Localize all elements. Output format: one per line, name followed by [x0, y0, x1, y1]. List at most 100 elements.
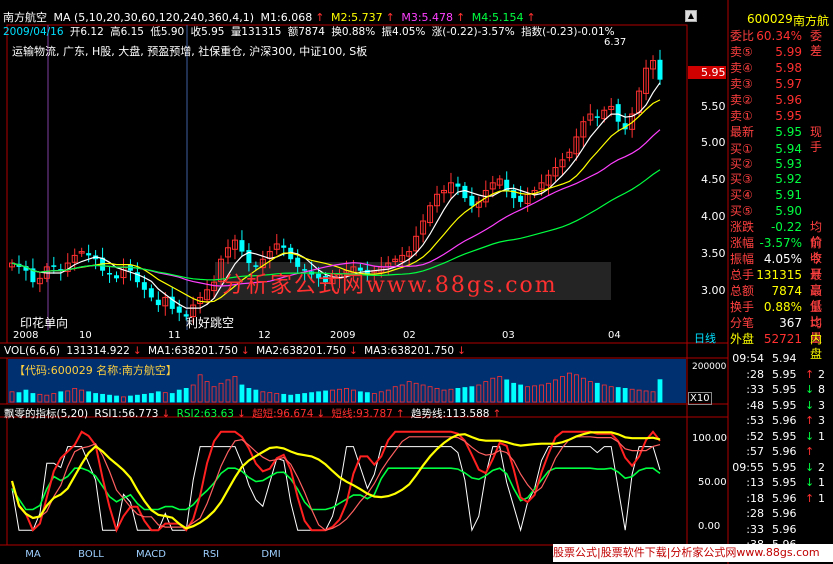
volume-bar [657, 379, 663, 403]
indicator-title: 飘零的指标(5,20) [4, 408, 89, 420]
volume-bar [455, 387, 461, 403]
tick-row: :18 5.96 ↑ 1 [732, 491, 833, 507]
weibi-value: 60.34% [756, 29, 802, 43]
tab-rsi[interactable]: RSI [183, 547, 239, 563]
quote-close: 收5.95 [190, 26, 225, 38]
volume-bar [58, 391, 64, 403]
x-label-2008: 2008 [13, 330, 39, 341]
volume-header: VOL(6,6,6) 131314.922 ↓ MA1:638201.750 ↓ M… [4, 345, 466, 357]
candle-body [176, 306, 182, 313]
quote-amplitude: 振4.05% [381, 26, 426, 38]
volume-bar [246, 387, 252, 403]
stat-total-amt: 总额 7874 最低 [730, 284, 823, 313]
tick-arrow: ↓ [805, 429, 815, 443]
tick-time: :33 [746, 522, 764, 536]
tick-volume: 3 [818, 414, 825, 427]
tick-arrow: ↓ [805, 383, 815, 396]
peak-price-label: 6.37 [604, 37, 627, 48]
tick-row: :28 5.96 [732, 506, 833, 522]
tick-time: :38 [746, 538, 764, 551]
outer-label: 外盘 [730, 332, 755, 346]
tick-price: 5.96 [772, 414, 797, 427]
tick-volume: 2 [818, 367, 825, 381]
candle-body [148, 288, 154, 298]
tick-price: 5.95 [772, 429, 797, 443]
volume-bar [309, 392, 315, 403]
stock-name[interactable]: 南方航空 [3, 11, 47, 24]
volume-bar [253, 389, 259, 403]
vol-ma2: MA2:638201.750 [256, 345, 346, 357]
indicator-duanxian: 短线:93.787 [331, 408, 393, 420]
volume-bar [281, 393, 287, 403]
tick-price: 5.94 [772, 352, 797, 365]
current-price-tag: 5.95 [701, 66, 726, 79]
quote-low: 低5.90 [150, 26, 185, 38]
tick-price: 5.95 [772, 367, 797, 381]
quote-turnover: 换0.88% [331, 26, 376, 38]
quote-amount: 额7874 [287, 26, 325, 38]
volume-bar [504, 379, 510, 403]
sell-3-row: 卖③ 5.97 [730, 77, 802, 91]
scroll-up-arrow[interactable]: ▲ [685, 10, 697, 22]
candle-body [281, 245, 287, 248]
tick-arrow: ↑ [805, 414, 815, 427]
weibi-label: 委比 [730, 29, 755, 43]
volume-bar [594, 382, 600, 403]
annotation-stamp-duty: 印花单向 [20, 316, 69, 330]
volume-bar [23, 389, 29, 403]
stock-short-name: 南方航 [793, 14, 830, 28]
tick-time: :33 [746, 383, 764, 396]
tab-dmi[interactable]: DMI [243, 547, 299, 563]
tick-price: 5.96 [772, 445, 797, 458]
tick-volume: 1 [818, 429, 825, 443]
indicator-trend: 趋势线:113.588 [410, 408, 490, 420]
tick-price: 5.96 [772, 538, 797, 551]
volume-info: 【代码:600029 名称:南方航空】 [14, 364, 177, 377]
ind-tick-0: 0.00 [698, 521, 721, 532]
quote-volume: 量131315 [230, 26, 282, 38]
buy-5-row: 买⑤ 5.90 [730, 204, 802, 218]
sell-4-row: 卖④ 5.98 [730, 61, 802, 75]
volume-bar [288, 394, 294, 403]
ind-tick-100: 100.00 [692, 433, 727, 444]
volume-bar [148, 393, 154, 403]
header-row-1: 南方航空 MA (5,10,20,30,60,120,240,360,4,1) … [3, 11, 536, 24]
price-tick-300: 3.00 [701, 284, 726, 297]
tick-row: :52 5.95 ↓ 1 [732, 429, 833, 445]
tick-volume: 1 [818, 476, 825, 489]
tick-row: :33 5.96 [732, 522, 833, 538]
x-label-04: 04 [608, 330, 621, 341]
candle-body [107, 272, 113, 275]
tab-ma[interactable]: MA [7, 547, 59, 563]
tick-row: :28 5.95 ↑ 2 [732, 367, 833, 383]
candle-body [518, 195, 524, 202]
candle-body [239, 240, 245, 252]
tick-arrow: ↓ [805, 460, 815, 474]
volume-bar [141, 393, 147, 403]
period-daily-label[interactable]: 日线 [694, 330, 716, 346]
tick-arrow: ↓ [805, 476, 815, 489]
tick-arrow: ↑ [805, 491, 815, 505]
tick-row: :53 5.96 ↑ 3 [732, 413, 833, 429]
stat-change-pct: 涨幅 -3.57% 前收 [730, 236, 823, 265]
sell-2-row: 卖② 5.96 [730, 93, 802, 107]
quote-index-change: 指数(-0.23)-0.01% [521, 26, 615, 38]
volume-bar [16, 392, 22, 403]
volume-bar [622, 387, 628, 403]
tick-time: :13 [746, 476, 764, 489]
tab-macd[interactable]: MACD [123, 547, 179, 563]
stat-ticks: 分笔 367 均量 [730, 316, 823, 345]
volume-bar [176, 389, 182, 403]
tick-row: :33 5.95 ↓ 8 [732, 382, 833, 398]
price-tick-450: 4.50 [701, 173, 726, 186]
annotation-gap-up: 利好跳空 [186, 316, 235, 330]
tick-time: 09:55 [732, 460, 764, 474]
volume-bar [93, 393, 99, 403]
watermark-text: 分析家公式网www.88gs.com [222, 273, 558, 298]
vol-label: VOL(6,6,6) [4, 345, 61, 357]
tick-row: :13 5.95 ↓ 1 [732, 475, 833, 491]
candle-body [455, 183, 461, 187]
tick-row: :48 5.95 ↓ 3 [732, 398, 833, 414]
duanxian-line [11, 436, 661, 531]
tab-boll[interactable]: BOLL [63, 547, 119, 563]
